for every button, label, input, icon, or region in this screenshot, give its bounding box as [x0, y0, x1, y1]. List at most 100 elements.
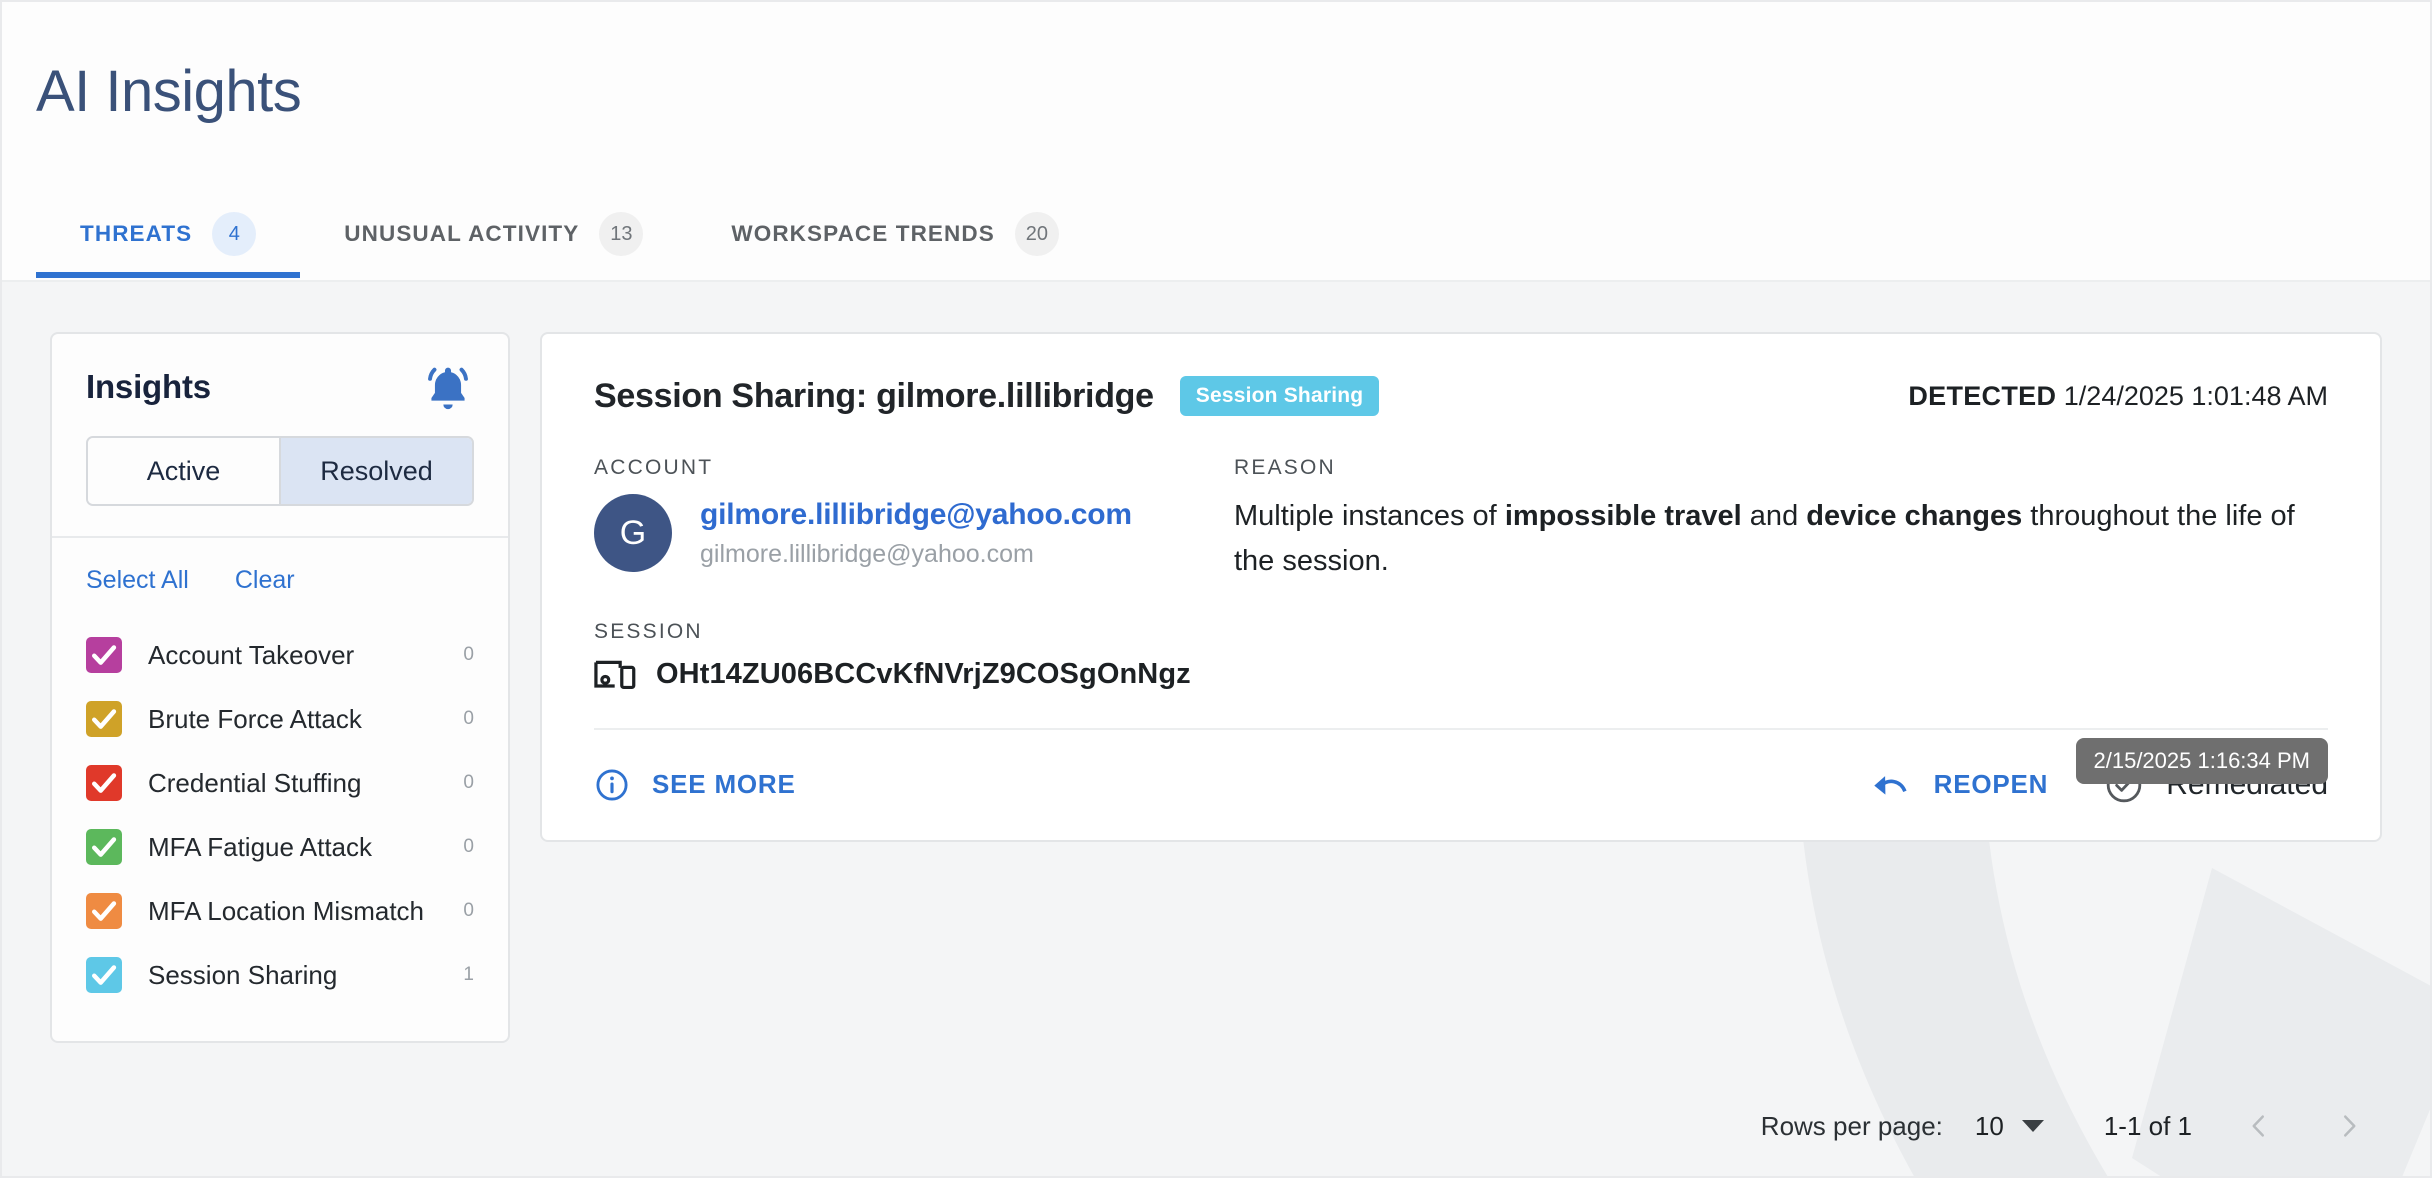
- reason-column: REASON Multiple instances of impossible …: [1234, 456, 2328, 584]
- reopen-button[interactable]: REOPEN: [1872, 769, 2049, 800]
- rows-per-page-select[interactable]: 10: [1975, 1111, 2044, 1142]
- card-title-group: Session Sharing: gilmore.lillibridge Ses…: [594, 376, 1380, 416]
- threat-type-badge: Session Sharing: [1179, 376, 1380, 416]
- filter-count: 0: [463, 836, 474, 857]
- check-icon: [92, 901, 117, 921]
- select-all-button[interactable]: Select All: [86, 566, 189, 595]
- tab-workspace-trends[interactable]: WORKSPACE TRENDS 20: [687, 196, 1102, 272]
- tab-workspace-trends-label: WORKSPACE TRENDS: [731, 221, 995, 246]
- filter-label: MFA Location Mismatch: [148, 895, 424, 926]
- session-id: OHt14ZU06BCCvKfNVrjZ9COSgOnNgz: [656, 658, 1191, 691]
- devices-icon: [594, 660, 636, 689]
- filter-checkbox[interactable]: [86, 957, 122, 993]
- reopen-label: REOPEN: [1933, 769, 2049, 800]
- filter-list: Select All Clear Account Takeover 0 Brute …: [52, 538, 508, 1041]
- status-toggle: Active Resolved: [86, 436, 474, 506]
- next-page-button[interactable]: [2326, 1103, 2372, 1149]
- filter-label: Session Sharing: [148, 959, 338, 990]
- tab-threats-label: THREATS: [80, 221, 193, 246]
- timestamp-tooltip: 2/15/2025 1:16:34 PM: [2075, 738, 2328, 784]
- check-icon: [92, 645, 117, 665]
- rows-per-page-label: Rows per page:: [1760, 1110, 1943, 1141]
- filter-label: Brute Force Attack: [148, 703, 362, 734]
- filter-checkbox[interactable]: [86, 637, 122, 673]
- detected-value: 1/24/2025 1:01:48 AM: [2063, 380, 2328, 411]
- filter-checkbox[interactable]: [86, 893, 122, 929]
- tab-bar: THREATS 4 UNUSUAL ACTIVITY 13 WORKSPACE …: [36, 196, 1103, 278]
- sidebar-title: Insights: [86, 368, 211, 405]
- page-range-label: 1-1 of 1: [2103, 1110, 2192, 1141]
- filter-count: 1: [463, 964, 474, 985]
- session-label: SESSION: [594, 619, 703, 643]
- page-header: AI Insights THREATS 4 UNUSUAL ACTIVITY 1…: [0, 0, 2432, 282]
- page-title: AI Insights: [36, 59, 302, 124]
- account-column: ACCOUNT G gilmore.lillibridge@yahoo.com …: [594, 456, 1234, 584]
- account-texts: gilmore.lillibridge@yahoo.com gilmore.li…: [700, 498, 1132, 569]
- undo-arrow-icon: [1873, 776, 1907, 795]
- check-icon: [92, 773, 117, 793]
- card-columns: ACCOUNT G gilmore.lillibridge@yahoo.com …: [594, 456, 2328, 584]
- filter-row[interactable]: Account Takeover 0: [86, 623, 474, 687]
- avatar: G: [594, 494, 672, 572]
- reason-bold-2: device changes: [1806, 500, 2023, 532]
- see-more-label: SEE MORE: [652, 769, 796, 800]
- ai-insights-page: AI Insights THREATS 4 UNUSUAL ACTIVITY 1…: [0, 0, 2432, 1178]
- account-email-secondary: gilmore.lillibridge@yahoo.com: [700, 539, 1034, 568]
- filter-row[interactable]: MFA Fatigue Attack 0: [86, 815, 474, 879]
- toggle-resolved[interactable]: Resolved: [279, 438, 472, 504]
- tab-unusual-activity-label: UNUSUAL ACTIVITY: [344, 221, 580, 246]
- clear-button[interactable]: Clear: [235, 566, 295, 595]
- previous-page-button[interactable]: [2236, 1103, 2282, 1149]
- info-circle-icon: [596, 769, 628, 801]
- pagination: Rows per page: 10 1-1 of 1: [1761, 1096, 2372, 1156]
- filter-label: Credential Stuffing: [148, 767, 362, 798]
- rows-per-page-value: 10: [1974, 1110, 2004, 1141]
- chevron-down-icon: [2021, 1120, 2044, 1132]
- filter-list-actions: Select All Clear: [86, 566, 474, 595]
- filter-row[interactable]: Credential Stuffing 0: [86, 751, 474, 815]
- detected-label: DETECTED: [1908, 380, 2057, 411]
- reason-part-1: Multiple instances of: [1234, 500, 1505, 532]
- filter-checkbox[interactable]: [86, 765, 122, 801]
- check-icon: [92, 709, 117, 729]
- tab-threats-badge: 4: [212, 212, 257, 256]
- filter-count: 0: [463, 900, 474, 921]
- filter-checkbox[interactable]: [86, 701, 122, 737]
- session-block: SESSION OHt14ZU06BCCvKfNVrjZ9COSgOnNgz: [594, 620, 2328, 692]
- card-footer: SEE MORE REOPEN Remediated: [594, 727, 2328, 840]
- filter-label: MFA Fatigue Attack: [148, 831, 372, 862]
- toggle-active[interactable]: Active: [88, 438, 279, 504]
- filter-count: 0: [463, 644, 474, 665]
- tab-workspace-trends-badge: 20: [1014, 212, 1059, 256]
- chevron-left-icon: [2252, 1115, 2264, 1137]
- tab-threats[interactable]: THREATS 4: [36, 196, 301, 278]
- sidebar-header: Insights Active Resolved: [52, 334, 508, 538]
- card-title: Session Sharing: gilmore.lillibridge: [594, 376, 1154, 415]
- insight-card: Session Sharing: gilmore.lillibridge Ses…: [540, 332, 2382, 842]
- session-row: OHt14ZU06BCCvKfNVrjZ9COSgOnNgz: [594, 658, 2328, 692]
- account-row: G gilmore.lillibridge@yahoo.com gilmore.…: [594, 494, 1234, 572]
- detected-timestamp: DETECTED 1/24/2025 1:01:48 AM: [1908, 381, 2328, 412]
- content-area: Insights Active Resolved Select All Clea…: [0, 284, 2432, 1178]
- filter-row[interactable]: MFA Location Mismatch 0: [86, 879, 474, 943]
- chevron-right-icon: [2344, 1115, 2356, 1137]
- filter-row[interactable]: Brute Force Attack 0: [86, 687, 474, 751]
- card-title-row: Session Sharing: gilmore.lillibridge Ses…: [594, 376, 2328, 416]
- account-label: ACCOUNT: [594, 456, 714, 479]
- filter-count: 0: [463, 772, 474, 793]
- filter-row[interactable]: Session Sharing 1: [86, 943, 474, 1007]
- tab-unusual-activity[interactable]: UNUSUAL ACTIVITY 13: [300, 196, 687, 272]
- insights-sidebar: Insights Active Resolved Select All Clea…: [50, 332, 510, 1043]
- filter-count: 0: [463, 708, 474, 729]
- check-icon: [92, 965, 117, 985]
- filter-label: Account Takeover: [148, 639, 355, 670]
- reason-text: Multiple instances of impossible travel …: [1234, 494, 2308, 584]
- reason-part-2: and: [1741, 500, 1807, 532]
- see-more-button[interactable]: SEE MORE: [594, 767, 796, 803]
- filter-checkbox[interactable]: [86, 829, 122, 865]
- tab-unusual-activity-badge: 13: [599, 212, 644, 256]
- check-icon: [92, 837, 117, 857]
- account-email-link[interactable]: gilmore.lillibridge@yahoo.com: [700, 498, 1132, 532]
- reason-bold-1: impossible travel: [1504, 500, 1742, 532]
- bell-ringing-icon[interactable]: [420, 362, 476, 418]
